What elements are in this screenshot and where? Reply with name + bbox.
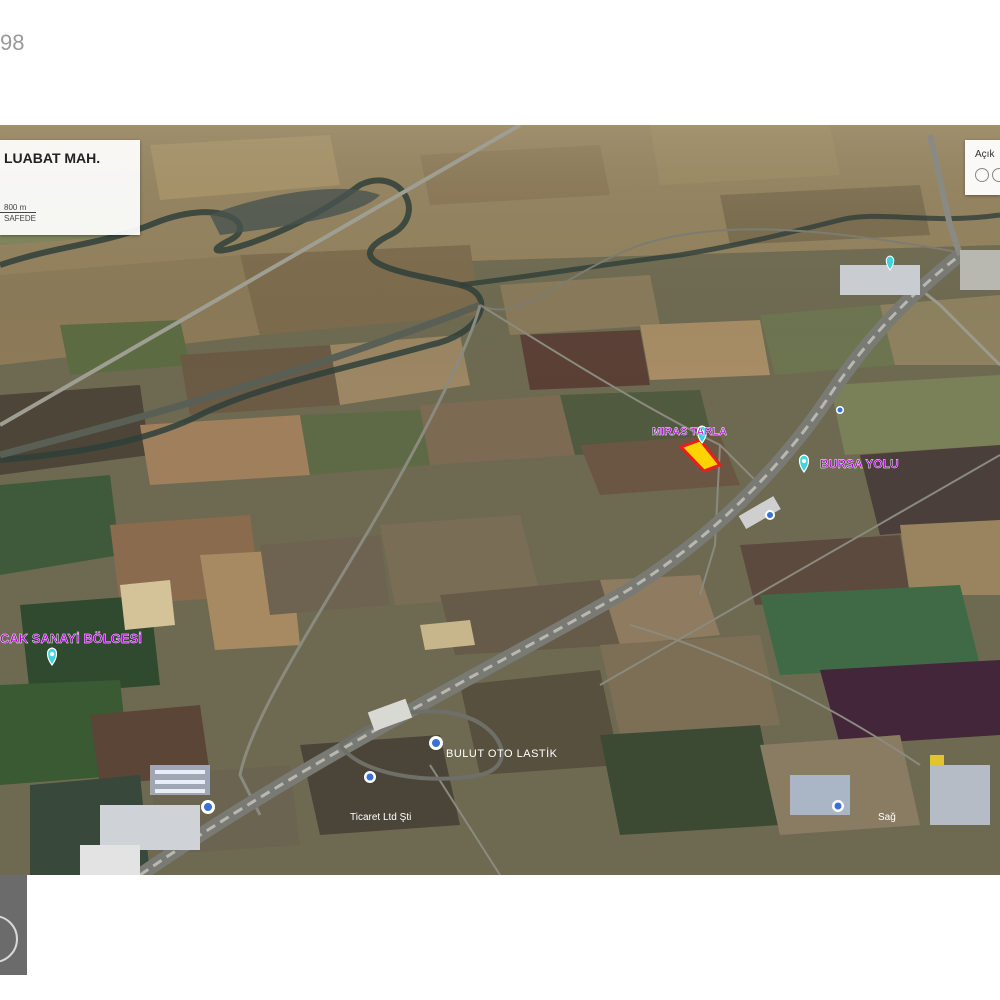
parcel-label: MIRAS TARLA <box>652 426 727 438</box>
map-canvas[interactable]: MIRAS TARLA BURSA YOLU CAK SANAYİ BÖLGES… <box>0 125 1000 875</box>
layer-panel-label: Açık <box>975 149 995 160</box>
settings-icon[interactable] <box>992 168 1000 182</box>
scale-distance: 800 m <box>4 203 27 212</box>
scale-bar-icon <box>0 212 36 213</box>
layer-panel[interactable]: Açık <box>965 140 1000 195</box>
info-box-title: LUABAT MAH. <box>4 150 101 166</box>
opacity-icon[interactable] <box>975 168 989 182</box>
info-box-place: SAFEDE <box>4 214 37 223</box>
page-number: 98 <box>0 30 25 55</box>
location-info-box: LUABAT MAH. 800 m SAFEDE <box>0 140 140 235</box>
compass-arc-icon <box>0 915 18 963</box>
thumbnail-strip[interactable] <box>0 875 27 975</box>
atmosphere-haze <box>0 125 1000 385</box>
tire-shop-label: BULUT OTO LASTİK <box>446 747 558 760</box>
road-label: BURSA YOLU <box>820 457 899 471</box>
bottom-right-site-label: Sağ <box>878 812 896 823</box>
company-label: Ticaret Ltd Şti <box>350 812 411 823</box>
industrial-zone-label: CAK SANAYİ BÖLGESİ <box>0 631 142 646</box>
satellite-map[interactable]: MIRAS TARLA BURSA YOLU CAK SANAYİ BÖLGES… <box>0 125 1000 875</box>
